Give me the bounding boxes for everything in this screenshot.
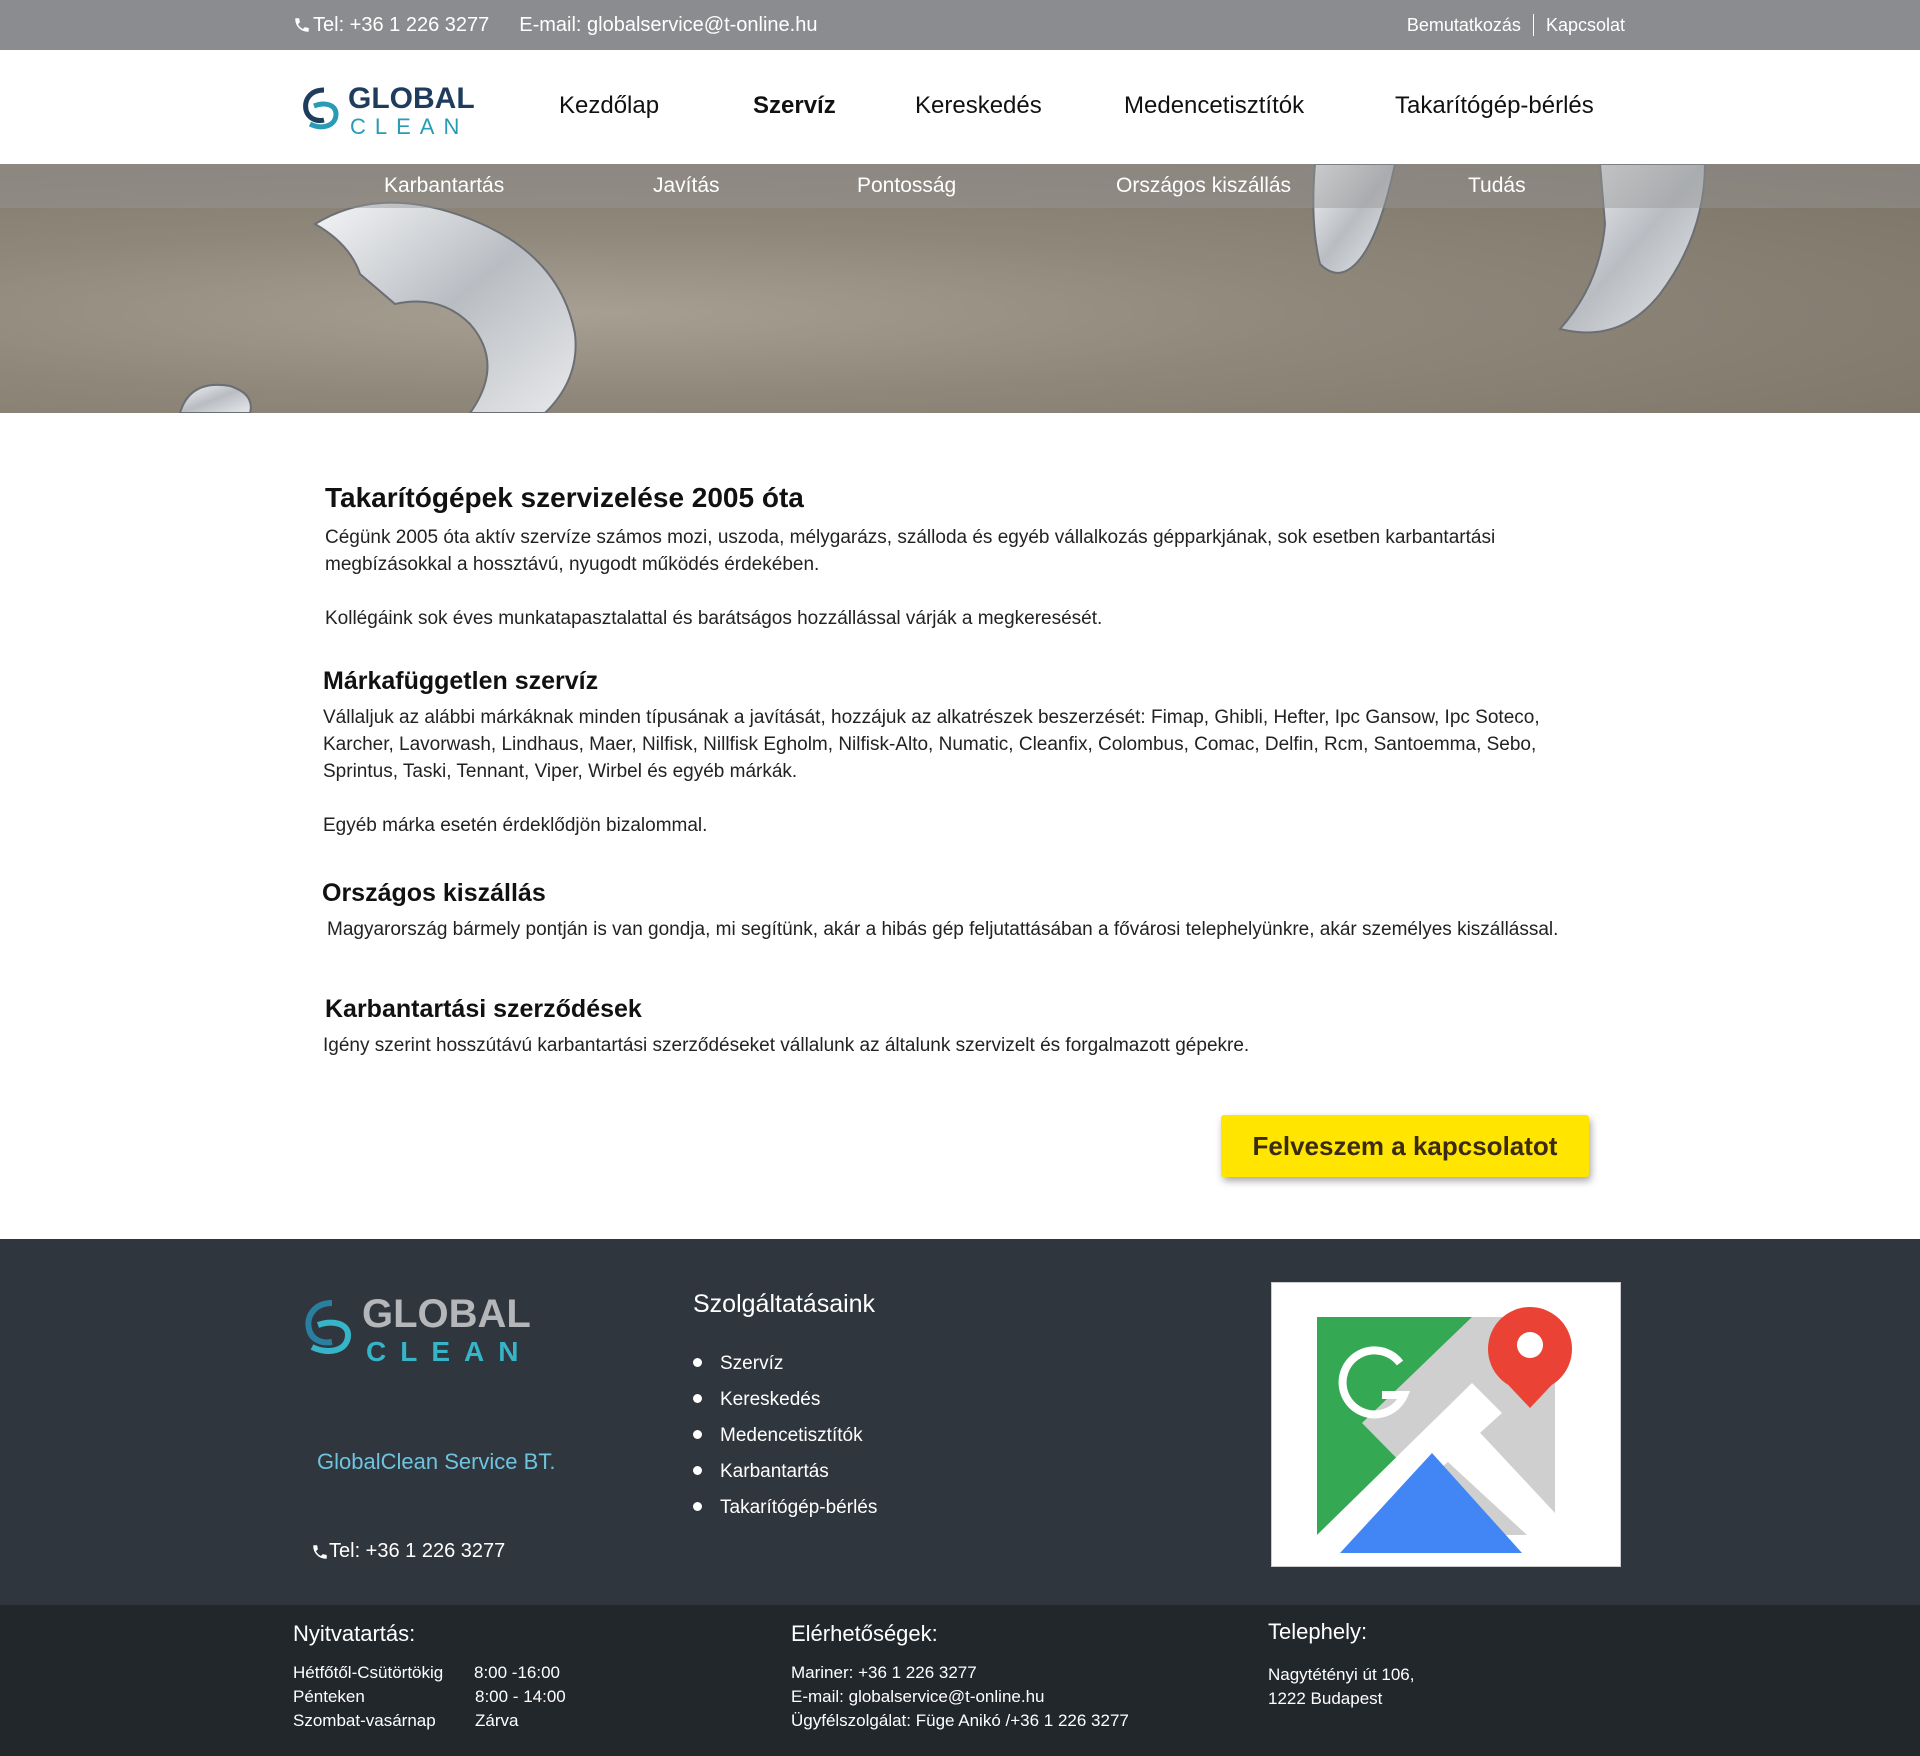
phone-icon — [295, 18, 309, 32]
hours-day: Szombat-vasárnap — [293, 1711, 436, 1730]
service-item[interactable]: Takarítógép-bérlés — [693, 1490, 877, 1526]
google-maps-icon — [1317, 1307, 1572, 1553]
site-address-line: Nagytétényi út 106, — [1268, 1665, 1415, 1684]
page-title: Takarítógépek szervizelése 2005 óta — [325, 482, 804, 513]
hours-time: Zárva — [475, 1711, 519, 1730]
divider — [1532, 14, 1534, 36]
site-address-line: 1222 Budapest — [1268, 1689, 1383, 1708]
top-links: Bemutatkozás Kapcsolat — [1407, 0, 1625, 50]
nav-szerviz[interactable]: Szervíz — [753, 92, 836, 120]
contact-support[interactable]: Ügyfélszolgálat: Füge Anikó /+36 1 226 3… — [791, 1711, 1129, 1731]
sub-nav: Karbantartás Javítás Pontosság Országos … — [0, 164, 1920, 208]
subnav-karbantartas[interactable]: Karbantartás — [384, 174, 504, 198]
service-label: Medencetisztítók — [720, 1425, 863, 1446]
subnav-orszagos-kiszallas[interactable]: Országos kiszállás — [1116, 174, 1291, 198]
service-item[interactable]: Medencetisztítók — [693, 1418, 877, 1454]
services-list: Szervíz Kereskedés Medencetisztítók Karb… — [693, 1346, 877, 1526]
contact-email[interactable]: E-mail: globalservice@t-online.hu — [791, 1687, 1044, 1707]
service-label: Karbantartás — [720, 1461, 829, 1482]
bottom-bar: Nyitvatartás: Hétfőtől-Csütörtökig 8:00 … — [0, 1605, 1920, 1756]
footer: GLOBAL CLEAN GlobalClean Service BT. Tel… — [0, 1239, 1920, 1605]
footer-logo[interactable]: GLOBAL CLEAN — [300, 1289, 562, 1369]
footer-logo-clean: CLEAN — [366, 1336, 532, 1367]
services-title: Szolgáltatásaink — [693, 1290, 876, 1318]
top-bar: Tel: +36 1 226 3277 E-mail: globalservic… — [0, 0, 1920, 50]
brand-paragraph-2: Egyéb márka esetén érdeklődjön bizalomma… — [323, 815, 708, 836]
hours-time: 8:00 - 14:00 — [475, 1687, 566, 1706]
map-link[interactable] — [1271, 1282, 1621, 1567]
hours-day: Pénteken — [293, 1687, 365, 1706]
top-contact: Tel: +36 1 226 3277 E-mail: globalservic… — [293, 0, 817, 50]
hours-title: Nyitvatartás: — [293, 1621, 416, 1646]
bullet — [693, 1393, 702, 1403]
footer-phone[interactable]: Tel: +36 1 226 3277 — [311, 1540, 505, 1563]
contacts-title: Elérhetőségek: — [791, 1621, 938, 1646]
link-bemutatkozas[interactable]: Bemutatkozás — [1407, 15, 1521, 36]
service-item[interactable]: Szervíz — [693, 1346, 877, 1382]
nav-takaritogep-berles[interactable]: Takarítógép-bérlés — [1395, 92, 1594, 120]
link-kapcsolat[interactable]: Kapcsolat — [1546, 15, 1625, 36]
intro-paragraph: Cégünk 2005 óta aktív szervíze számos mo… — [325, 527, 1496, 575]
hours-day: Hétfőtől-Csütörtökig — [293, 1663, 444, 1682]
contract-section-title: Karbantartási szerződések — [325, 995, 642, 1023]
bullet — [693, 1501, 702, 1511]
bullet — [693, 1465, 702, 1475]
nav-kezdolap[interactable]: Kezdőlap — [559, 92, 659, 120]
subnav-javitas[interactable]: Javítás — [653, 174, 720, 198]
hours-time: 8:00 -16:00 — [474, 1663, 561, 1682]
contact-mariner[interactable]: Mariner: +36 1 226 3277 — [791, 1663, 977, 1683]
subnav-pontossag[interactable]: Pontosság — [857, 174, 956, 198]
logo-icon — [305, 1300, 352, 1354]
company-name: GlobalClean Service BT. — [317, 1449, 556, 1474]
service-item[interactable]: Kereskedés — [693, 1382, 877, 1418]
bullet — [693, 1429, 702, 1439]
phone-icon — [313, 1544, 327, 1559]
contract-paragraph: Igény szerint hosszútávú karbantartási s… — [323, 1035, 1250, 1056]
top-email[interactable]: E-mail: globalservice@t-online.hu — [519, 14, 817, 37]
delivery-section-title: Országos kiszállás — [322, 879, 546, 907]
site-title: Telephely: — [1268, 1619, 1368, 1644]
service-label: Takarítógép-bérlés — [720, 1497, 878, 1518]
bullet — [693, 1357, 702, 1367]
main-nav: Kezdőlap Szervíz Kereskedés Medencetiszt… — [0, 50, 1920, 164]
nav-medencetisztitok[interactable]: Medencetisztítók — [1124, 92, 1304, 120]
service-item[interactable]: Karbantartás — [693, 1454, 877, 1490]
header: GLOBAL CLEAN Kezdőlap Szervíz Kereskedés… — [0, 50, 1920, 164]
intro-paragraph-2: Kollégáink sok éves munkatapasztalattal … — [325, 608, 1103, 629]
contact-cta-button[interactable]: Felveszem a kapcsolatot — [1221, 1115, 1589, 1177]
top-phone[interactable]: Tel: +36 1 226 3277 — [313, 14, 489, 37]
hero-banner: Karbantartás Javítás Pontosság Országos … — [0, 164, 1920, 413]
service-label: Kereskedés — [720, 1389, 821, 1410]
brand-section-title: Márkafüggetlen szervíz — [323, 667, 599, 695]
subnav-tudas[interactable]: Tudás — [1468, 174, 1526, 198]
footer-logo-global: GLOBAL — [362, 1292, 531, 1336]
footer-phone-text: Tel: +36 1 226 3277 — [329, 1540, 506, 1562]
service-label: Szervíz — [720, 1353, 784, 1374]
brand-paragraph: Vállaljuk az alábbi márkáknak minden típ… — [323, 707, 1540, 782]
delivery-paragraph: Magyarország bármely pontján is van gond… — [327, 919, 1559, 940]
nav-kereskedes[interactable]: Kereskedés — [915, 92, 1042, 120]
